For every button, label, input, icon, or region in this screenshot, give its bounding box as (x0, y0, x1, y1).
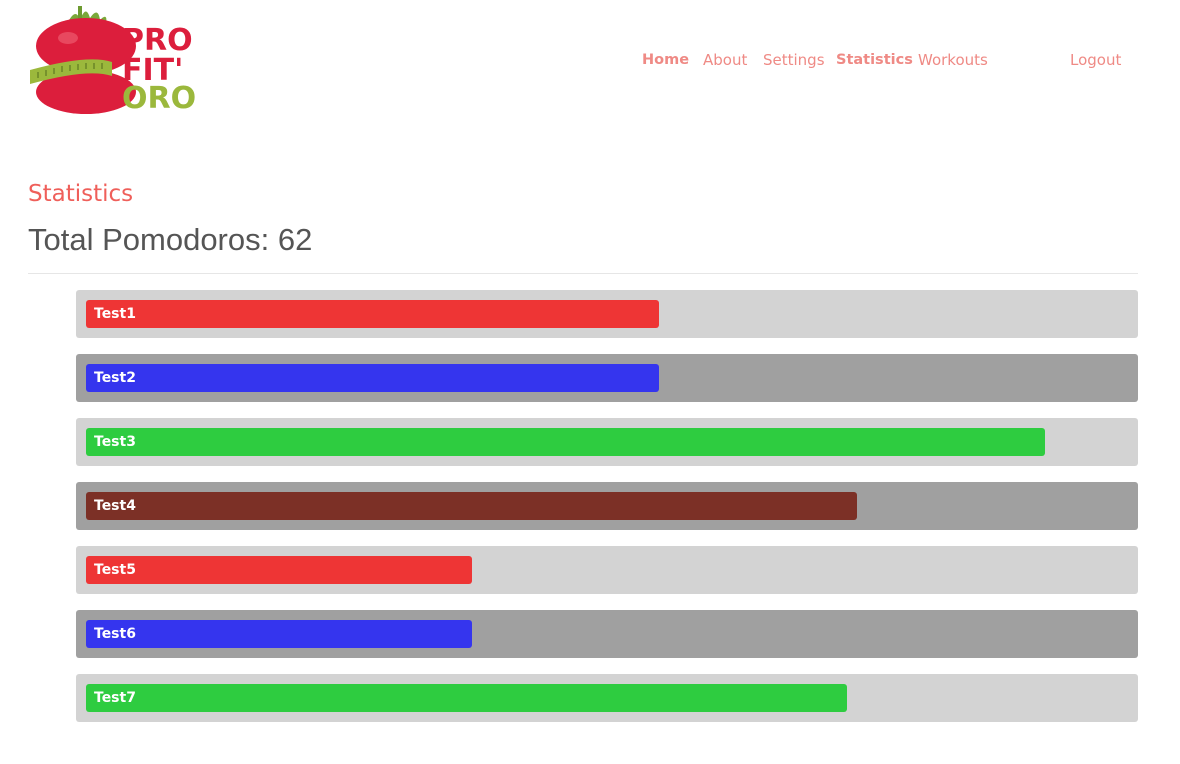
section-title: Statistics (28, 181, 134, 207)
nav-workouts-link[interactable]: Workouts (918, 50, 988, 70)
stat-bar: Test4 (86, 492, 857, 520)
stat-row: Test2 (76, 354, 1138, 402)
stat-row: Test5 (76, 546, 1138, 594)
nav-home-link[interactable]: Home (642, 50, 689, 70)
logo-text-line-3: ORO (122, 81, 196, 116)
nav-settings-link[interactable]: Settings (763, 50, 825, 70)
stat-bar: Test3 (86, 428, 1045, 456)
stat-bar-label: Test5 (94, 562, 136, 578)
stat-bar: Test2 (86, 364, 659, 392)
stat-bar: Test7 (86, 684, 847, 712)
divider (28, 273, 1138, 274)
main-nav: Home About Settings Statistics Workouts … (0, 50, 1180, 70)
stat-row: Test3 (76, 418, 1138, 466)
stat-bar: Test1 (86, 300, 659, 328)
stat-bar: Test5 (86, 556, 472, 584)
stat-row: Test4 (76, 482, 1138, 530)
stat-bar-label: Test4 (94, 498, 136, 514)
nav-about-link[interactable]: About (703, 50, 747, 70)
stat-row: Test6 (76, 610, 1138, 658)
stat-bar-label: Test2 (94, 370, 136, 386)
stat-row: Test7 (76, 674, 1138, 722)
total-pomodoros: Total Pomodoros: 62 (28, 222, 313, 257)
stat-bar-label: Test7 (94, 690, 136, 706)
statistics-bar-chart: Test1 Test2 Test3 Test4 Test5 Test6 Test7 (76, 290, 1138, 738)
nav-logout-link[interactable]: Logout (1070, 50, 1121, 70)
stat-bar-label: Test3 (94, 434, 136, 450)
stat-bar-label: Test1 (94, 306, 136, 322)
stat-bar: Test6 (86, 620, 472, 648)
stat-bar-label: Test6 (94, 626, 136, 642)
nav-statistics-link[interactable]: Statistics (836, 50, 913, 70)
stat-row: Test1 (76, 290, 1138, 338)
